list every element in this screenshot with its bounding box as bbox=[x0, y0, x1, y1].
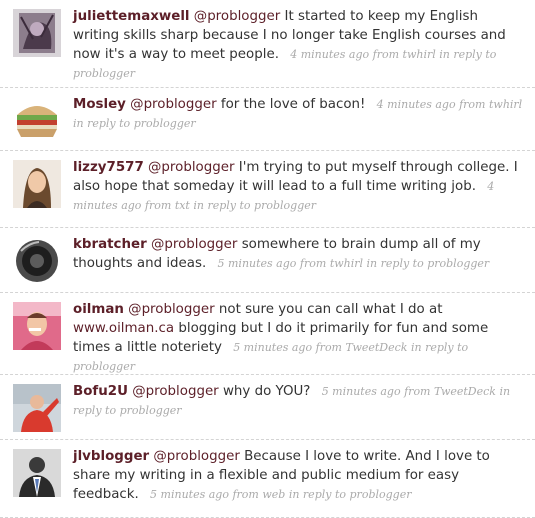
tweet-reply-to[interactable]: problogger bbox=[120, 404, 182, 417]
tweet-item: jlvblogger @problogger Because I love to… bbox=[0, 440, 535, 518]
tweet-from-label: from bbox=[372, 48, 400, 61]
tweet-body: lizzy7577 @problogger I'm trying to put … bbox=[73, 158, 527, 215]
tweet-timestamp[interactable]: 5 minutes ago bbox=[233, 341, 312, 354]
sandwich-icon[interactable] bbox=[13, 95, 61, 143]
tweet-meta: 5 minutes ago from twhirl in reply to pr… bbox=[211, 257, 490, 270]
tweet-timestamp[interactable]: 5 minutes ago bbox=[150, 488, 229, 501]
tweet-from-label: from bbox=[459, 98, 486, 111]
tweet-mention[interactable]: @problogger bbox=[153, 449, 239, 464]
tweet-username[interactable]: juliettemaxwell bbox=[73, 9, 190, 24]
tweet-from-label: from bbox=[315, 341, 342, 354]
tweet-username[interactable]: Mosley bbox=[73, 97, 126, 112]
tweet-text: why do YOU? bbox=[222, 384, 311, 399]
tweet-item: Bofu2U @problogger why do YOU? 5 minutes… bbox=[0, 375, 535, 440]
tweet-link[interactable]: www.oilman.ca bbox=[73, 321, 174, 336]
tweet-reply-to[interactable]: problogger bbox=[134, 117, 196, 130]
tweet-reply-to[interactable]: problogger bbox=[73, 360, 135, 373]
tweet-mention[interactable]: @problogger bbox=[148, 160, 234, 175]
tweet-meta: 5 minutes ago from web in reply to probl… bbox=[143, 488, 411, 501]
tweet-from-label: from bbox=[232, 488, 259, 501]
tweet-mention[interactable]: @problogger bbox=[132, 384, 218, 399]
tweet-text: for the love of bacon! bbox=[220, 97, 366, 112]
tweet-mention[interactable]: @problogger bbox=[194, 9, 280, 24]
tweet-reply-to[interactable]: problogger bbox=[350, 488, 412, 501]
tweet-reply-to[interactable]: problogger bbox=[427, 257, 489, 270]
tweet-mention[interactable]: @problogger bbox=[130, 97, 216, 112]
tweet-username[interactable]: Bofu2U bbox=[73, 384, 128, 399]
tweet-source[interactable]: twhirl bbox=[330, 257, 363, 270]
tweet-reply-label: in reply to bbox=[193, 199, 251, 212]
tweet-item: juliettemaxwell @problogger It started t… bbox=[0, 0, 535, 88]
user-avatar-icon[interactable] bbox=[13, 160, 61, 208]
tweet-text-before: not sure you can call what I do at bbox=[218, 302, 443, 317]
tweet-body: kbratcher @problogger somewhere to brain… bbox=[73, 235, 527, 273]
tweet-username[interactable]: oilman bbox=[73, 302, 124, 317]
tweet-body: juliettemaxwell @problogger It started t… bbox=[73, 7, 527, 83]
user-avatar-icon[interactable] bbox=[13, 384, 61, 432]
tweet-item: oilman @problogger not sure you can call… bbox=[0, 293, 535, 375]
tweet-username[interactable]: jlvblogger bbox=[73, 449, 149, 464]
tweet-source[interactable]: twhirl bbox=[403, 48, 436, 61]
user-avatar-icon[interactable] bbox=[13, 449, 61, 497]
user-avatar-icon[interactable] bbox=[13, 302, 61, 350]
tweet-timestamp[interactable]: 5 minutes ago bbox=[322, 385, 401, 398]
tweet-reply-label: in reply to bbox=[366, 257, 424, 270]
tweet-reply-label: in reply to bbox=[439, 48, 497, 61]
tweet-timestamp[interactable]: 4 minutes ago bbox=[290, 48, 369, 61]
tweet-reply-to[interactable]: problogger bbox=[254, 199, 316, 212]
tweet-mention[interactable]: @problogger bbox=[128, 302, 214, 317]
tweet-username[interactable]: lizzy7577 bbox=[73, 160, 144, 175]
tweet-timeline: juliettemaxwell @problogger It started t… bbox=[0, 0, 535, 518]
tweet-item: kbratcher @problogger somewhere to brain… bbox=[0, 228, 535, 293]
tweet-reply-label: in reply to bbox=[410, 341, 469, 354]
tweet-reply-to[interactable]: problogger bbox=[73, 67, 135, 80]
tweet-body: oilman @problogger not sure you can call… bbox=[73, 300, 527, 376]
tweet-from-label: from bbox=[299, 257, 327, 270]
tweet-body: jlvblogger @problogger Because I love to… bbox=[73, 447, 527, 504]
tweet-source[interactable]: web bbox=[262, 488, 285, 501]
tweet-source[interactable]: TweetDeck bbox=[434, 385, 496, 398]
tweet-item: Mosley @problogger for the love of bacon… bbox=[0, 88, 535, 151]
tweet-reply-label: in reply to bbox=[73, 117, 131, 130]
tweet-from-label: from bbox=[404, 385, 431, 398]
tweet-from-label: from bbox=[144, 199, 172, 212]
tweet-body: Bofu2U @problogger why do YOU? 5 minutes… bbox=[73, 382, 527, 420]
tweet-reply-label: in reply to bbox=[288, 488, 347, 501]
tweet-source[interactable]: twhirl bbox=[489, 98, 522, 111]
tweet-username[interactable]: kbratcher bbox=[73, 237, 147, 252]
speaker-icon[interactable] bbox=[13, 237, 61, 285]
tweet-mention[interactable]: @problogger bbox=[151, 237, 237, 252]
tweet-timestamp[interactable]: 5 minutes ago bbox=[218, 257, 297, 270]
user-avatar-icon[interactable] bbox=[13, 9, 61, 57]
tweet-source[interactable]: TweetDeck bbox=[346, 341, 408, 354]
tweet-source[interactable]: txt bbox=[175, 199, 190, 212]
tweet-body: Mosley @problogger for the love of bacon… bbox=[73, 95, 527, 133]
tweet-timestamp[interactable]: 4 minutes ago bbox=[377, 98, 456, 111]
tweet-item: lizzy7577 @problogger I'm trying to put … bbox=[0, 151, 535, 228]
